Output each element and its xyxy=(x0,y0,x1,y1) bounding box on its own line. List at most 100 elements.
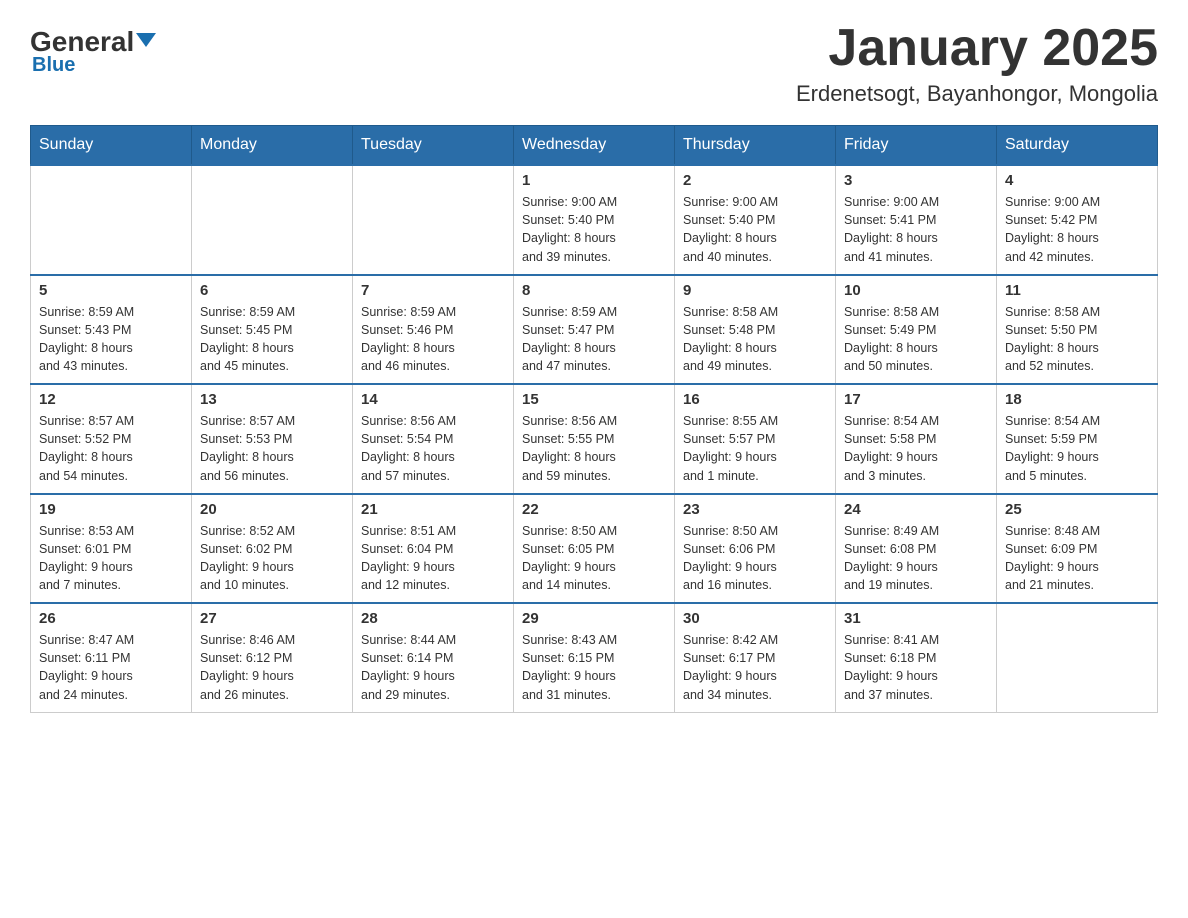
day-info: Sunrise: 8:59 AMSunset: 5:45 PMDaylight:… xyxy=(200,303,344,376)
calendar-cell: 15Sunrise: 8:56 AMSunset: 5:55 PMDayligh… xyxy=(514,384,675,494)
logo-triangle-icon xyxy=(136,33,156,47)
day-number: 26 xyxy=(39,610,183,627)
day-header-tuesday: Tuesday xyxy=(353,126,514,166)
day-number: 15 xyxy=(522,391,666,408)
calendar-week-row: 26 Sunrise: 8:47 AMSunset: 6:11 PMDayligh… xyxy=(31,603,1158,712)
calendar-cell: 20Sunrise: 8:52 AMSunset: 6:02 PMDayligh… xyxy=(192,494,353,604)
day-number: 21 xyxy=(361,501,505,518)
day-number: 11 xyxy=(1005,282,1149,299)
calendar-cell: 10 Sunrise: 8:58 AMSunset: 5:49 PMDayligh… xyxy=(836,275,997,385)
day-number: 29 xyxy=(522,610,666,627)
calendar-cell: 25 Sunrise: 8:48 AMSunset: 6:09 PMDayligh… xyxy=(997,494,1158,604)
calendar-cell xyxy=(31,165,192,275)
day-info: Sunrise: 8:43 AMSunset: 6:15 PMDaylight:… xyxy=(522,631,666,704)
calendar-cell: 26 Sunrise: 8:47 AMSunset: 6:11 PMDayligh… xyxy=(31,603,192,712)
day-number: 6 xyxy=(200,282,344,299)
calendar-cell: 31 Sunrise: 8:41 AMSunset: 6:18 PMDayligh… xyxy=(836,603,997,712)
day-number: 7 xyxy=(361,282,505,299)
day-info: Sunrise: 8:44 AMSunset: 6:14 PMDaylight:… xyxy=(361,631,505,704)
day-info: Sunrise: 8:59 AMSunset: 5:47 PMDaylight:… xyxy=(522,303,666,376)
calendar-cell xyxy=(353,165,514,275)
day-number: 20 xyxy=(200,501,344,518)
calendar-title: January 2025 xyxy=(796,20,1158,77)
calendar-cell: 13Sunrise: 8:57 AMSunset: 5:53 PMDayligh… xyxy=(192,384,353,494)
day-info: Sunrise: 8:48 AMSunset: 6:09 PMDaylight:… xyxy=(1005,522,1149,595)
day-info: Sunrise: 8:42 AMSunset: 6:17 PMDaylight:… xyxy=(683,631,827,704)
day-number: 8 xyxy=(522,282,666,299)
day-number: 14 xyxy=(361,391,505,408)
calendar-cell: 7Sunrise: 8:59 AMSunset: 5:46 PMDaylight… xyxy=(353,275,514,385)
calendar-cell: 4Sunrise: 9:00 AMSunset: 5:42 PMDaylight… xyxy=(997,165,1158,275)
day-number: 24 xyxy=(844,501,988,518)
day-info: Sunrise: 8:58 AMSunset: 5:50 PMDaylight:… xyxy=(1005,303,1149,376)
logo-blue: Blue xyxy=(32,54,75,77)
day-info: Sunrise: 8:51 AMSunset: 6:04 PMDaylight:… xyxy=(361,522,505,595)
title-block: January 2025 Erdenetsogt, Bayanhongor, M… xyxy=(796,20,1158,107)
day-info: Sunrise: 8:55 AMSunset: 5:57 PMDaylight:… xyxy=(683,412,827,485)
calendar-cell: 11 Sunrise: 8:58 AMSunset: 5:50 PMDayligh… xyxy=(997,275,1158,385)
day-number: 19 xyxy=(39,501,183,518)
day-info: Sunrise: 8:50 AMSunset: 6:06 PMDaylight:… xyxy=(683,522,827,595)
day-number: 30 xyxy=(683,610,827,627)
day-header-friday: Friday xyxy=(836,126,997,166)
calendar-cell: 18 Sunrise: 8:54 AMSunset: 5:59 PMDayligh… xyxy=(997,384,1158,494)
day-number: 13 xyxy=(200,391,344,408)
day-info: Sunrise: 8:41 AMSunset: 6:18 PMDaylight:… xyxy=(844,631,988,704)
day-number: 27 xyxy=(200,610,344,627)
calendar-cell: 1 Sunrise: 9:00 AMSunset: 5:40 PMDaylight… xyxy=(514,165,675,275)
calendar-week-row: 12Sunrise: 8:57 AMSunset: 5:52 PMDayligh… xyxy=(31,384,1158,494)
day-number: 23 xyxy=(683,501,827,518)
calendar-cell: 29 Sunrise: 8:43 AMSunset: 6:15 PMDayligh… xyxy=(514,603,675,712)
day-number: 1 xyxy=(522,172,666,189)
calendar-header-row: SundayMondayTuesdayWednesdayThursdayFrid… xyxy=(31,126,1158,166)
day-number: 18 xyxy=(1005,391,1149,408)
calendar-cell: 9 Sunrise: 8:58 AMSunset: 5:48 PMDaylight… xyxy=(675,275,836,385)
calendar-subtitle: Erdenetsogt, Bayanhongor, Mongolia xyxy=(796,81,1158,107)
day-number: 9 xyxy=(683,282,827,299)
calendar-cell: 27Sunrise: 8:46 AMSunset: 6:12 PMDayligh… xyxy=(192,603,353,712)
logo: General Blue xyxy=(30,20,156,77)
calendar-cell: 21 Sunrise: 8:51 AMSunset: 6:04 PMDayligh… xyxy=(353,494,514,604)
day-info: Sunrise: 8:54 AMSunset: 5:59 PMDaylight:… xyxy=(1005,412,1149,485)
calendar-week-row: 1 Sunrise: 9:00 AMSunset: 5:40 PMDaylight… xyxy=(31,165,1158,275)
calendar-cell: 19 Sunrise: 8:53 AMSunset: 6:01 PMDayligh… xyxy=(31,494,192,604)
calendar-cell: 16Sunrise: 8:55 AMSunset: 5:57 PMDayligh… xyxy=(675,384,836,494)
calendar-cell: 28 Sunrise: 8:44 AMSunset: 6:14 PMDayligh… xyxy=(353,603,514,712)
day-info: Sunrise: 8:53 AMSunset: 6:01 PMDaylight:… xyxy=(39,522,183,595)
day-info: Sunrise: 9:00 AMSunset: 5:40 PMDaylight:… xyxy=(522,193,666,266)
day-header-sunday: Sunday xyxy=(31,126,192,166)
day-number: 31 xyxy=(844,610,988,627)
day-number: 3 xyxy=(844,172,988,189)
calendar-cell: 8 Sunrise: 8:59 AMSunset: 5:47 PMDaylight… xyxy=(514,275,675,385)
day-info: Sunrise: 9:00 AMSunset: 5:41 PMDaylight:… xyxy=(844,193,988,266)
day-header-wednesday: Wednesday xyxy=(514,126,675,166)
day-number: 10 xyxy=(844,282,988,299)
day-info: Sunrise: 8:47 AMSunset: 6:11 PMDaylight:… xyxy=(39,631,183,704)
calendar-cell: 17 Sunrise: 8:54 AMSunset: 5:58 PMDayligh… xyxy=(836,384,997,494)
calendar-cell: 22Sunrise: 8:50 AMSunset: 6:05 PMDayligh… xyxy=(514,494,675,604)
page-header: General Blue January 2025 Erdenetsogt, B… xyxy=(30,20,1158,107)
day-info: Sunrise: 8:54 AMSunset: 5:58 PMDaylight:… xyxy=(844,412,988,485)
day-header-monday: Monday xyxy=(192,126,353,166)
day-info: Sunrise: 8:56 AMSunset: 5:54 PMDaylight:… xyxy=(361,412,505,485)
calendar-cell: 12Sunrise: 8:57 AMSunset: 5:52 PMDayligh… xyxy=(31,384,192,494)
calendar-cell: 6 Sunrise: 8:59 AMSunset: 5:45 PMDaylight… xyxy=(192,275,353,385)
calendar-week-row: 5Sunrise: 8:59 AMSunset: 5:43 PMDaylight… xyxy=(31,275,1158,385)
day-info: Sunrise: 8:58 AMSunset: 5:48 PMDaylight:… xyxy=(683,303,827,376)
calendar-cell: 3 Sunrise: 9:00 AMSunset: 5:41 PMDaylight… xyxy=(836,165,997,275)
day-number: 25 xyxy=(1005,501,1149,518)
logo-general: General xyxy=(30,28,156,56)
calendar-cell: 14 Sunrise: 8:56 AMSunset: 5:54 PMDayligh… xyxy=(353,384,514,494)
day-number: 12 xyxy=(39,391,183,408)
calendar-cell xyxy=(997,603,1158,712)
calendar-cell: 5Sunrise: 8:59 AMSunset: 5:43 PMDaylight… xyxy=(31,275,192,385)
day-info: Sunrise: 8:58 AMSunset: 5:49 PMDaylight:… xyxy=(844,303,988,376)
calendar-cell xyxy=(192,165,353,275)
day-number: 17 xyxy=(844,391,988,408)
day-header-saturday: Saturday xyxy=(997,126,1158,166)
calendar-table: SundayMondayTuesdayWednesdayThursdayFrid… xyxy=(30,125,1158,713)
day-number: 28 xyxy=(361,610,505,627)
day-info: Sunrise: 8:59 AMSunset: 5:43 PMDaylight:… xyxy=(39,303,183,376)
day-number: 2 xyxy=(683,172,827,189)
calendar-week-row: 19 Sunrise: 8:53 AMSunset: 6:01 PMDayligh… xyxy=(31,494,1158,604)
